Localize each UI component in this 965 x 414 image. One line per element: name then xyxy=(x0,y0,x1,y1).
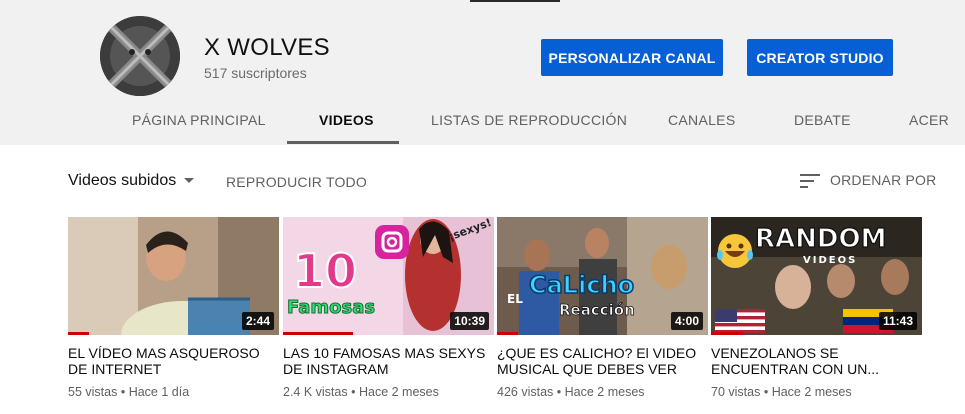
thumb-word: CaLicho xyxy=(529,271,634,299)
video-meta: 70 vistas • Hace 2 meses xyxy=(711,385,922,399)
thumb-word: RANDOM xyxy=(755,224,886,254)
subscriber-count: 517 suscriptores xyxy=(204,65,307,81)
watch-progress-bar xyxy=(68,332,90,335)
thumb-sub: VIDEOS xyxy=(803,255,857,266)
video-meta: 426 vistas • Hace 2 meses xyxy=(497,385,708,399)
view-count: 70 vistas xyxy=(711,385,761,399)
video-card[interactable]: EL CaLicho Reacción 4:00 ¿QUE ES CALICHO… xyxy=(497,217,708,399)
tab-discussion[interactable]: DEBATE xyxy=(794,112,851,128)
watch-progress-bar xyxy=(497,332,519,335)
video-duration: 10:39 xyxy=(450,312,489,330)
video-thumbnail[interactable]: 10 Famosas ¡sexys! 10:39 xyxy=(283,217,494,335)
video-duration: 4:00 xyxy=(670,312,703,330)
video-title[interactable]: VENEZOLANOS SE ENCUENTRAN CON UN... xyxy=(711,345,916,379)
video-thumbnail[interactable]: EL CaLicho Reacción 4:00 xyxy=(497,217,708,335)
channel-avatar[interactable] xyxy=(100,16,180,96)
watch-progress-bar xyxy=(283,332,353,335)
play-all-button[interactable]: REPRODUCIR TODO xyxy=(226,174,367,190)
uploads-dropdown[interactable]: Videos subidos xyxy=(68,172,176,190)
top-divider xyxy=(470,0,560,2)
tab-playlists[interactable]: LISTAS DE REPRODUCCIÓN xyxy=(431,112,627,128)
thumb-number: 10 xyxy=(293,244,357,298)
video-card[interactable]: 10 Famosas ¡sexys! 10:39 LAS 10 FAMOSAS … xyxy=(283,217,494,399)
upload-age: Hace 2 meses xyxy=(564,385,645,399)
thumb-word: Famosas xyxy=(287,297,375,318)
watch-progress-bar xyxy=(711,332,743,335)
video-duration: 2:44 xyxy=(241,312,274,330)
meta-separator: • xyxy=(351,385,359,399)
video-meta: 2.4 K vistas • Hace 2 meses xyxy=(283,385,494,399)
video-thumbnail[interactable]: 2:44 xyxy=(68,217,279,335)
thumb-sub: Reacción xyxy=(559,301,635,319)
upload-age: Hace 2 meses xyxy=(358,385,439,399)
view-count: 426 vistas xyxy=(497,385,554,399)
sort-icon[interactable] xyxy=(800,173,820,189)
view-count: 2.4 K vistas xyxy=(283,385,348,399)
view-count: 55 vistas xyxy=(68,385,118,399)
tab-home[interactable]: PÁGINA PRINCIPAL xyxy=(132,112,266,128)
tab-about[interactable]: ACER xyxy=(909,112,949,128)
video-thumbnail[interactable]: RANDOM VIDEOS 11:43 xyxy=(711,217,922,335)
channel-header: X WOLVES 517 suscriptores PERSONALIZAR C… xyxy=(0,0,965,145)
customize-channel-button[interactable]: PERSONALIZAR CANAL xyxy=(541,39,723,76)
upload-age: Hace 2 meses xyxy=(771,385,852,399)
upload-age: Hace 1 día xyxy=(128,385,190,399)
creator-studio-button[interactable]: CREATOR STUDIO xyxy=(747,39,893,76)
video-title[interactable]: ¿QUE ES CALICHO? El VIDEO MUSICAL QUE DE… xyxy=(497,345,702,379)
tab-channels[interactable]: CANALES xyxy=(668,112,735,128)
us-flag-icon xyxy=(715,309,765,333)
meta-separator: • xyxy=(763,385,772,399)
meta-separator: • xyxy=(556,385,565,399)
video-card[interactable]: RANDOM VIDEOS 11:43 VENEZOLANOS SE ENCUE… xyxy=(711,217,922,399)
caret-down-icon[interactable] xyxy=(184,178,194,183)
video-duration: 11:43 xyxy=(878,312,917,330)
channel-name: X WOLVES xyxy=(204,34,330,61)
wolf-x-logo-icon xyxy=(100,16,180,96)
active-tab-indicator xyxy=(287,141,399,144)
meta-separator: • xyxy=(120,385,129,399)
tab-videos[interactable]: VIDEOS xyxy=(319,112,374,128)
sort-by-button[interactable]: ORDENAR POR xyxy=(830,172,936,188)
video-title[interactable]: LAS 10 FAMOSAS MAS SEXYS DE INSTAGRAM xyxy=(283,345,488,379)
thumb-prefix: EL xyxy=(507,292,523,306)
video-title[interactable]: EL VÍDEO MAS ASQUEROSO DE INTERNET xyxy=(68,345,273,379)
video-card[interactable]: 2:44 EL VÍDEO MAS ASQUEROSO DE INTERNET … xyxy=(68,217,279,399)
video-meta: 55 vistas • Hace 1 día xyxy=(68,385,279,399)
